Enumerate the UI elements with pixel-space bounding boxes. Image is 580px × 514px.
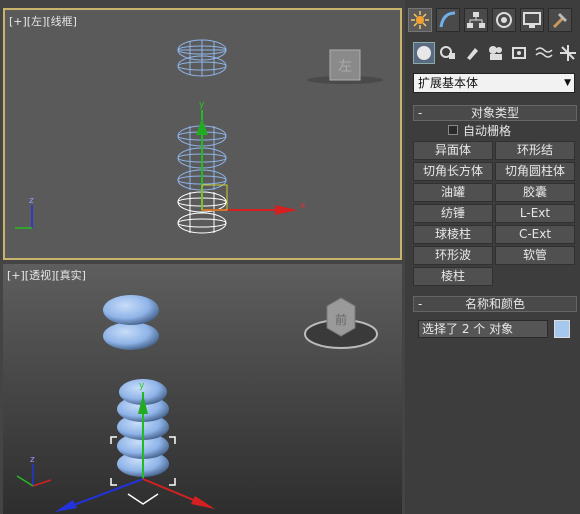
helpers-icon[interactable] [509,42,531,64]
object-type-collapse-icon: - [418,106,423,120]
modify-icon[interactable] [436,8,460,32]
gizmo-y-label: y [199,100,205,110]
axis-tripod-persp: z [16,455,52,487]
autogrid-label: 自动栅格 [463,124,512,138]
torus-knot-button[interactable]: 环形结 [495,141,575,160]
spacewarps-icon[interactable] [533,42,555,64]
lights-icon[interactable] [461,42,483,64]
name-color-collapse-icon: - [418,297,423,311]
cameras-icon[interactable] [485,42,507,64]
object-name-field[interactable]: 选择了 2 个 对象 [418,320,548,338]
object-color-swatch[interactable] [554,320,570,338]
gizmo-x-label: x [300,201,306,211]
gengon-button[interactable]: 球棱柱 [413,225,493,244]
name-color-rollout-header[interactable]: - 名称和颜色 [413,296,577,312]
chamfer-cyl-button[interactable]: 切角圆柱体 [495,162,575,181]
viewcube-perspective-face: 前 [335,312,347,327]
category-dropdown[interactable]: 扩展基本体 ▼ [413,73,575,93]
geometry-icon[interactable] [413,42,435,64]
viewport-left-scene: 左 y x z [15,39,383,234]
chevron-down-icon: ▼ [564,78,571,88]
hedra-button[interactable]: 异面体 [413,141,493,160]
persp-tripod-z-label: z [30,455,35,465]
viewcube-left-face: 左 [338,59,352,75]
category-dropdown-value: 扩展基本体 [418,76,479,90]
create-icon[interactable] [408,8,432,32]
l-ext-button[interactable]: L-Ext [495,204,575,223]
viewport-perspective[interactable]: [+][透视][真实] 前 y z [3,264,402,514]
spindle-button[interactable]: 纺锤 [413,204,493,223]
display-icon[interactable] [520,8,544,32]
torus-upper[interactable] [103,295,159,350]
prism-button[interactable]: 棱柱 [413,267,493,286]
ringwave-button[interactable]: 环形波 [413,246,493,265]
object-type-title: 对象类型 [470,106,519,120]
chamfer-box-button[interactable]: 切角长方体 [413,162,493,181]
viewcube-perspective[interactable]: 前 [304,297,378,349]
tripod-z-label: z [29,196,34,206]
viewport-left[interactable]: [+][左][线框] 左 y x z [3,8,402,260]
motion-icon[interactable] [492,8,516,32]
move-gizmo-left[interactable]: y x [196,100,306,215]
create-subcategories [405,42,580,68]
command-tabs [405,8,580,34]
c-ext-button[interactable]: C-Ext [495,225,575,244]
command-panel: 扩展基本体 ▼ - 对象类型 自动栅格 异面体 环形结 切角长方体 切角圆柱体 … [405,0,580,514]
utilities-icon[interactable] [548,8,572,32]
oil-tank-button[interactable]: 油罐 [413,183,493,202]
capsule-button[interactable]: 胶囊 [495,183,575,202]
shapes-icon[interactable] [437,42,459,64]
persp-gizmo-y-label: y [139,381,145,391]
systems-icon[interactable] [557,42,579,64]
axis-tripod-left: z [15,196,34,229]
name-color-title: 名称和颜色 [464,297,525,311]
hierarchy-icon[interactable] [464,8,488,32]
object-type-rollout-header[interactable]: - 对象类型 [413,105,577,121]
wire-torus-upper-top[interactable] [177,39,227,77]
viewcube-left[interactable]: 左 [307,49,383,84]
autogrid-checkbox[interactable] [448,125,458,135]
viewport-perspective-scene: 前 y z [16,295,378,512]
hose-button[interactable]: 软管 [495,246,575,265]
